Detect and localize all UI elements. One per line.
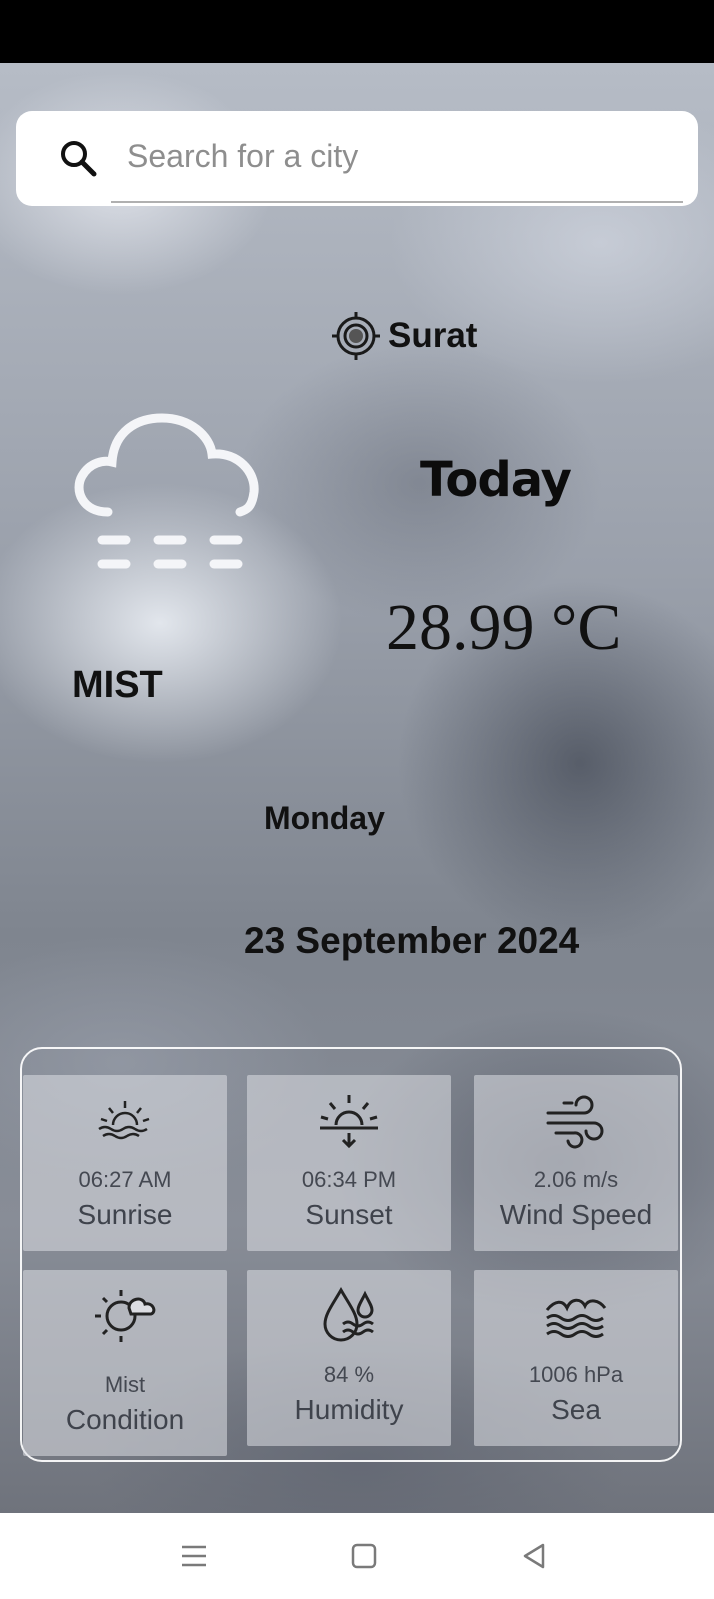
sunset-label: Sunset [305, 1199, 393, 1230]
sunset-icon [320, 1095, 378, 1149]
date: 23 September 2024 [244, 920, 580, 961]
home-icon[interactable] [350, 1542, 378, 1570]
waves-icon [545, 1298, 607, 1338]
condition-value: Mist [104, 1372, 146, 1397]
humidity-label: Humidity [294, 1394, 404, 1425]
city-name: Surat [388, 316, 478, 355]
wind-value: 2.06 m/s [533, 1167, 619, 1192]
menu-icon[interactable] [180, 1542, 208, 1570]
search-input[interactable] [111, 111, 683, 203]
sunset-value: 06:34 PM [301, 1167, 397, 1192]
search-icon[interactable] [58, 138, 100, 180]
partly-cloudy-icon [95, 1290, 156, 1342]
sunrise-tile: 06:27 AM Sunrise [23, 1075, 227, 1251]
sunset-tile: 06:34 PM Sunset [247, 1075, 451, 1251]
condition-tile: Mist Condition [23, 1270, 227, 1456]
status-bar [0, 0, 714, 63]
location-row: Surat [330, 306, 477, 366]
sea-value: 1006 hPa [528, 1362, 624, 1387]
today-heading: Today [420, 452, 572, 508]
back-icon[interactable] [520, 1542, 548, 1570]
humidity-tile: 84 % Humidity [247, 1270, 451, 1446]
location-target-icon [332, 312, 380, 360]
wind-tile: 2.06 m/s Wind Speed [474, 1075, 678, 1251]
temperature: 28.99 °C [386, 591, 622, 664]
condition-main: MIST [72, 664, 163, 706]
wind-label: Wind Speed [499, 1199, 653, 1230]
humidity-value: 84 % [323, 1362, 375, 1387]
condition-label: Condition [65, 1404, 185, 1435]
sea-label: Sea [551, 1394, 601, 1425]
day-name: Monday [264, 800, 385, 836]
mist-cloud-icon [74, 413, 259, 569]
sea-tile: 1006 hPa Sea [474, 1270, 678, 1446]
sunrise-value: 06:27 AM [78, 1167, 172, 1192]
system-navigation-bar [0, 1513, 714, 1599]
wind-icon [546, 1095, 604, 1149]
humidity-icon [323, 1286, 374, 1342]
sunrise-label: Sunrise [77, 1199, 173, 1230]
sunrise-icon [98, 1101, 150, 1140]
